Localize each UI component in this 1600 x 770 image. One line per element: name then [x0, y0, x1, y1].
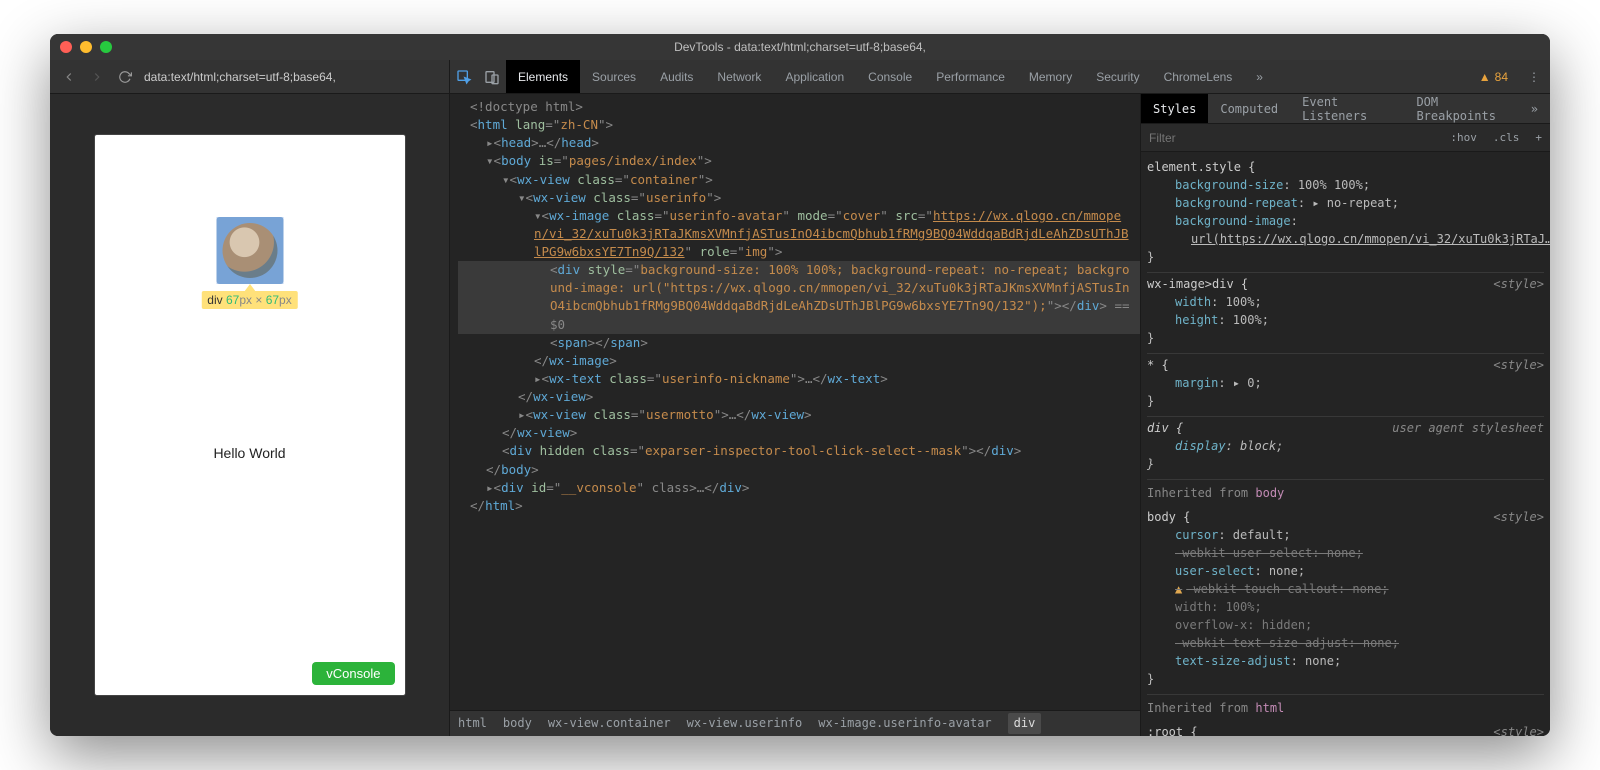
- add-rule-icon[interactable]: +: [1527, 131, 1550, 144]
- rule-source: user agent stylesheet: [1392, 419, 1544, 437]
- css-rules[interactable]: element.style { background-size: 100% 10…: [1141, 152, 1550, 736]
- dom-line[interactable]: </wx-view>: [458, 388, 1140, 406]
- warning-counter[interactable]: ▲84: [1479, 70, 1518, 84]
- crumb-body[interactable]: body: [503, 715, 532, 732]
- subtab-computed[interactable]: Computed: [1208, 94, 1290, 123]
- dom-line[interactable]: ▾<wx-view class="container">: [458, 171, 1140, 189]
- styles-pane: Styles Computed Event Listeners DOM Brea…: [1140, 94, 1550, 736]
- dom-line[interactable]: ▸<head>…</head>: [458, 134, 1140, 152]
- dom-line[interactable]: ▾<wx-view class="userinfo">: [458, 189, 1140, 207]
- tab-console[interactable]: Console: [856, 60, 924, 93]
- forward-icon[interactable]: [88, 68, 106, 86]
- crumb-userinfo[interactable]: wx-view.userinfo: [687, 715, 803, 732]
- hello-world-text: Hello World: [95, 445, 405, 461]
- subtabs-overflow-icon[interactable]: »: [1519, 94, 1550, 123]
- rule-selector[interactable]: * {: [1147, 356, 1544, 374]
- tab-elements[interactable]: Elements: [506, 60, 580, 93]
- rule-selector[interactable]: body {: [1147, 508, 1544, 526]
- breadcrumb: html body wx-view.container wx-view.user…: [450, 710, 1140, 736]
- hov-toggle[interactable]: :hov: [1442, 131, 1485, 144]
- tab-audits[interactable]: Audits: [648, 60, 705, 93]
- dom-line[interactable]: <!doctype html>: [458, 98, 1140, 116]
- inherited-from-html: Inherited from html: [1147, 695, 1544, 721]
- nav-bar: data:text/html;charset=utf-8;base64,: [50, 60, 449, 94]
- window-title: DevTools - data:text/html;charset=utf-8;…: [50, 40, 1550, 54]
- crumb-div[interactable]: div: [1008, 713, 1042, 734]
- dom-line[interactable]: ▸<wx-view class="usermotto">…</wx-view>: [458, 406, 1140, 424]
- rule-source[interactable]: <style>: [1493, 356, 1544, 374]
- dom-line[interactable]: ▾<wx-image class="userinfo-avatar" mode=…: [458, 207, 1140, 261]
- avatar-highlight: [216, 217, 283, 284]
- dom-line[interactable]: </body>: [458, 461, 1140, 479]
- dom-line[interactable]: ▾<body is="pages/index/index">: [458, 152, 1140, 170]
- dom-line[interactable]: </html>: [458, 497, 1140, 515]
- tab-performance[interactable]: Performance: [924, 60, 1017, 93]
- dom-line[interactable]: <div hidden class="exparser-inspector-to…: [458, 442, 1140, 460]
- dom-line[interactable]: ▸<div id="__vconsole" class>…</div>: [458, 479, 1140, 497]
- tabs-overflow-icon[interactable]: »: [1244, 60, 1275, 93]
- dom-line[interactable]: ▸<wx-text class="userinfo-nickname">…</w…: [458, 370, 1140, 388]
- rule-source[interactable]: <style>: [1493, 723, 1544, 736]
- vconsole-button[interactable]: vConsole: [312, 662, 394, 685]
- crumb-html[interactable]: html: [458, 715, 487, 732]
- kebab-menu-icon[interactable]: ⋮: [1518, 70, 1550, 84]
- dom-line[interactable]: </wx-image>: [458, 352, 1140, 370]
- filter-row: :hov .cls +: [1141, 124, 1550, 152]
- rule-source[interactable]: <style>: [1493, 275, 1544, 293]
- tab-sources[interactable]: Sources: [580, 60, 648, 93]
- devtools-window: DevTools - data:text/html;charset=utf-8;…: [50, 34, 1550, 736]
- dom-line[interactable]: </wx-view>: [458, 424, 1140, 442]
- reload-icon[interactable]: [116, 68, 134, 86]
- dom-line[interactable]: <span></span>: [458, 334, 1140, 352]
- device-preview[interactable]: div 67px × 67px Hello World vConsole: [95, 135, 405, 695]
- device-toggle-icon[interactable]: [478, 63, 506, 91]
- cls-toggle[interactable]: .cls: [1485, 131, 1528, 144]
- size-badge: div 67px × 67px: [201, 291, 297, 309]
- subtab-listeners[interactable]: Event Listeners: [1290, 94, 1404, 123]
- subtab-styles[interactable]: Styles: [1141, 94, 1208, 123]
- inherited-from-body: Inherited from body: [1147, 480, 1544, 506]
- crumb-avatar[interactable]: wx-image.userinfo-avatar: [818, 715, 991, 732]
- dom-selected-line[interactable]: <div style="background-size: 100% 100%; …: [458, 261, 1140, 334]
- rule-selector[interactable]: :root {: [1147, 723, 1544, 736]
- titlebar: DevTools - data:text/html;charset=utf-8;…: [50, 34, 1550, 60]
- styles-subtabs: Styles Computed Event Listeners DOM Brea…: [1141, 94, 1550, 124]
- tab-memory[interactable]: Memory: [1017, 60, 1084, 93]
- rule-source[interactable]: <style>: [1493, 508, 1544, 526]
- tab-application[interactable]: Application: [773, 60, 856, 93]
- subtab-dom-breakpoints[interactable]: DOM Breakpoints: [1404, 94, 1518, 123]
- warning-icon: ▲: [1175, 582, 1182, 596]
- devtools-pane: Elements Sources Audits Network Applicat…: [450, 60, 1550, 736]
- address-bar[interactable]: data:text/html;charset=utf-8;base64,: [144, 70, 439, 84]
- preview-pane: data:text/html;charset=utf-8;base64, div…: [50, 60, 450, 736]
- rule-selector[interactable]: element.style {: [1147, 158, 1544, 176]
- inspect-icon[interactable]: [450, 63, 478, 91]
- dom-tree[interactable]: <!doctype html> <html lang="zh-CN"> ▸<he…: [450, 94, 1140, 736]
- main-tabs: Elements Sources Audits Network Applicat…: [450, 60, 1550, 94]
- warning-icon: ▲: [1479, 70, 1491, 84]
- tab-chromelens[interactable]: ChromeLens: [1152, 60, 1245, 93]
- rule-selector[interactable]: wx-image>div {: [1147, 275, 1544, 293]
- tab-security[interactable]: Security: [1084, 60, 1151, 93]
- crumb-container[interactable]: wx-view.container: [548, 715, 671, 732]
- filter-input[interactable]: [1141, 131, 1442, 145]
- back-icon[interactable]: [60, 68, 78, 86]
- tab-network[interactable]: Network: [705, 60, 773, 93]
- dom-line[interactable]: <html lang="zh-CN">: [458, 116, 1140, 134]
